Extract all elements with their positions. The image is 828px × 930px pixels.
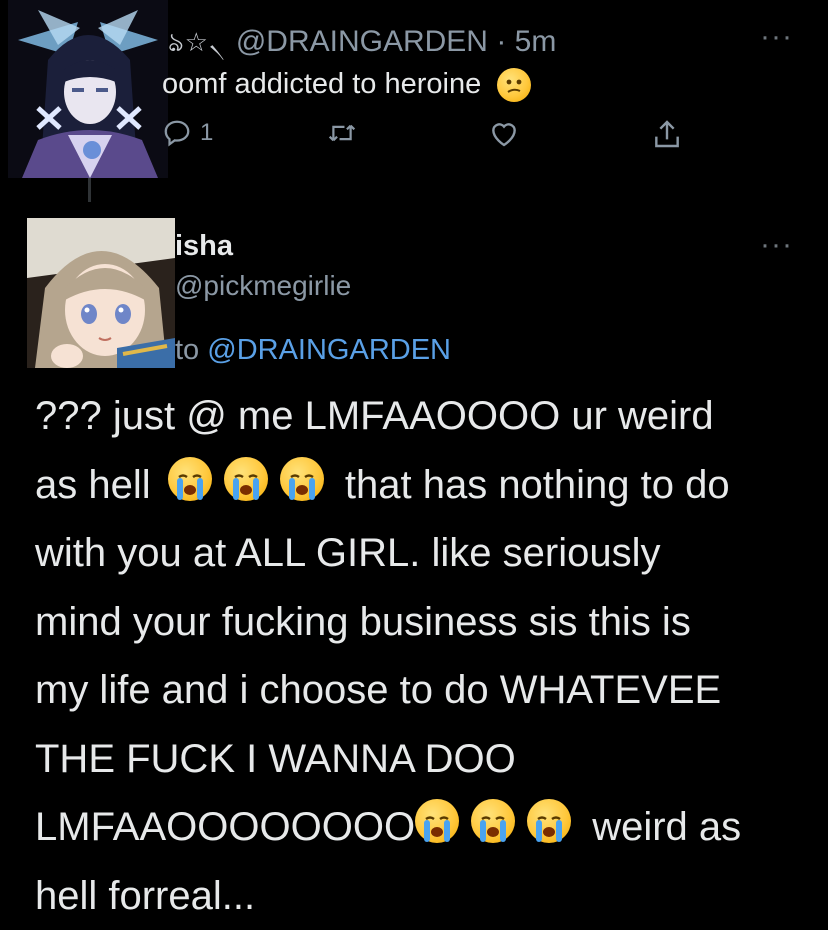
body-line: my life and i choose to do WHATEVEE (35, 656, 825, 725)
parent-tweet-text: oomf addicted to heroine (162, 68, 531, 102)
avatar-image (8, 0, 168, 178)
share-action[interactable] (652, 118, 682, 150)
reply-icon (162, 118, 192, 148)
heart-icon (488, 118, 520, 148)
body-text-segment: LMFAAOOOOOOOO (35, 805, 415, 849)
more-options-icon[interactable]: ··· (760, 228, 793, 262)
loudly-crying-face-emoji-icon (471, 799, 515, 843)
loudly-crying-face-emoji-icon (168, 457, 212, 501)
retweet-action[interactable] (326, 118, 358, 148)
thread-connector (88, 178, 91, 202)
display-name[interactable]: isha (175, 230, 233, 263)
avatar-draingarden[interactable] (8, 0, 168, 178)
avatar-image (27, 218, 175, 368)
tweet-time[interactable]: 5m (515, 25, 557, 58)
body-line: mind your fucking business sis this is (35, 588, 825, 657)
reply-action[interactable]: 1 (162, 118, 213, 148)
body-text-segment: weird as (592, 805, 741, 849)
body-line: ??? just @ me LMFAAOOOO ur weird (35, 382, 825, 451)
body-line: LMFAAOOOOOOOO weird as (35, 793, 825, 862)
body-line: THE FUCK I WANNA DOO (35, 725, 825, 794)
more-options-icon[interactable]: ··· (760, 20, 793, 54)
avatar-pickmegirlie[interactable] (27, 218, 175, 368)
separator-dot: · (496, 25, 506, 58)
body-line: hell forreal... (35, 862, 825, 930)
reply-tweet-body: ??? just @ me LMFAAOOOO ur weird as hell… (35, 382, 825, 930)
reply-count: 1 (200, 119, 213, 147)
share-icon (652, 118, 682, 150)
body-text-segment: as hell (35, 463, 151, 507)
confused-face-emoji-icon (497, 68, 531, 102)
parent-handle[interactable]: @DRAINGARDEN (236, 25, 488, 58)
parent-tweet-body: oomf addicted to heroine (162, 68, 481, 100)
body-line: as hell that has nothing to do (35, 451, 825, 520)
replying-prefix: to (175, 334, 199, 366)
loudly-crying-face-emoji-icon (280, 457, 324, 501)
loudly-crying-face-emoji-icon (527, 799, 571, 843)
reply-handle[interactable]: @pickmegirlie (175, 270, 351, 302)
display-name-decoration[interactable]: ঌ☆৲ (168, 27, 226, 57)
replying-mention-link[interactable]: @DRAINGARDEN (207, 334, 451, 366)
replying-to: to @DRAINGARDEN (175, 334, 451, 367)
loudly-crying-face-emoji-icon (224, 457, 268, 501)
loudly-crying-face-emoji-icon (415, 799, 459, 843)
parent-tweet-actions: 1 (162, 118, 702, 158)
body-line: with you at ALL GIRL. like seriously (35, 519, 825, 588)
like-action[interactable] (488, 118, 520, 148)
parent-tweet-header: ঌ☆৲ @DRAINGARDEN · 5m (168, 22, 556, 66)
retweet-icon (326, 118, 358, 148)
body-text-segment: that has nothing to do (345, 463, 730, 507)
